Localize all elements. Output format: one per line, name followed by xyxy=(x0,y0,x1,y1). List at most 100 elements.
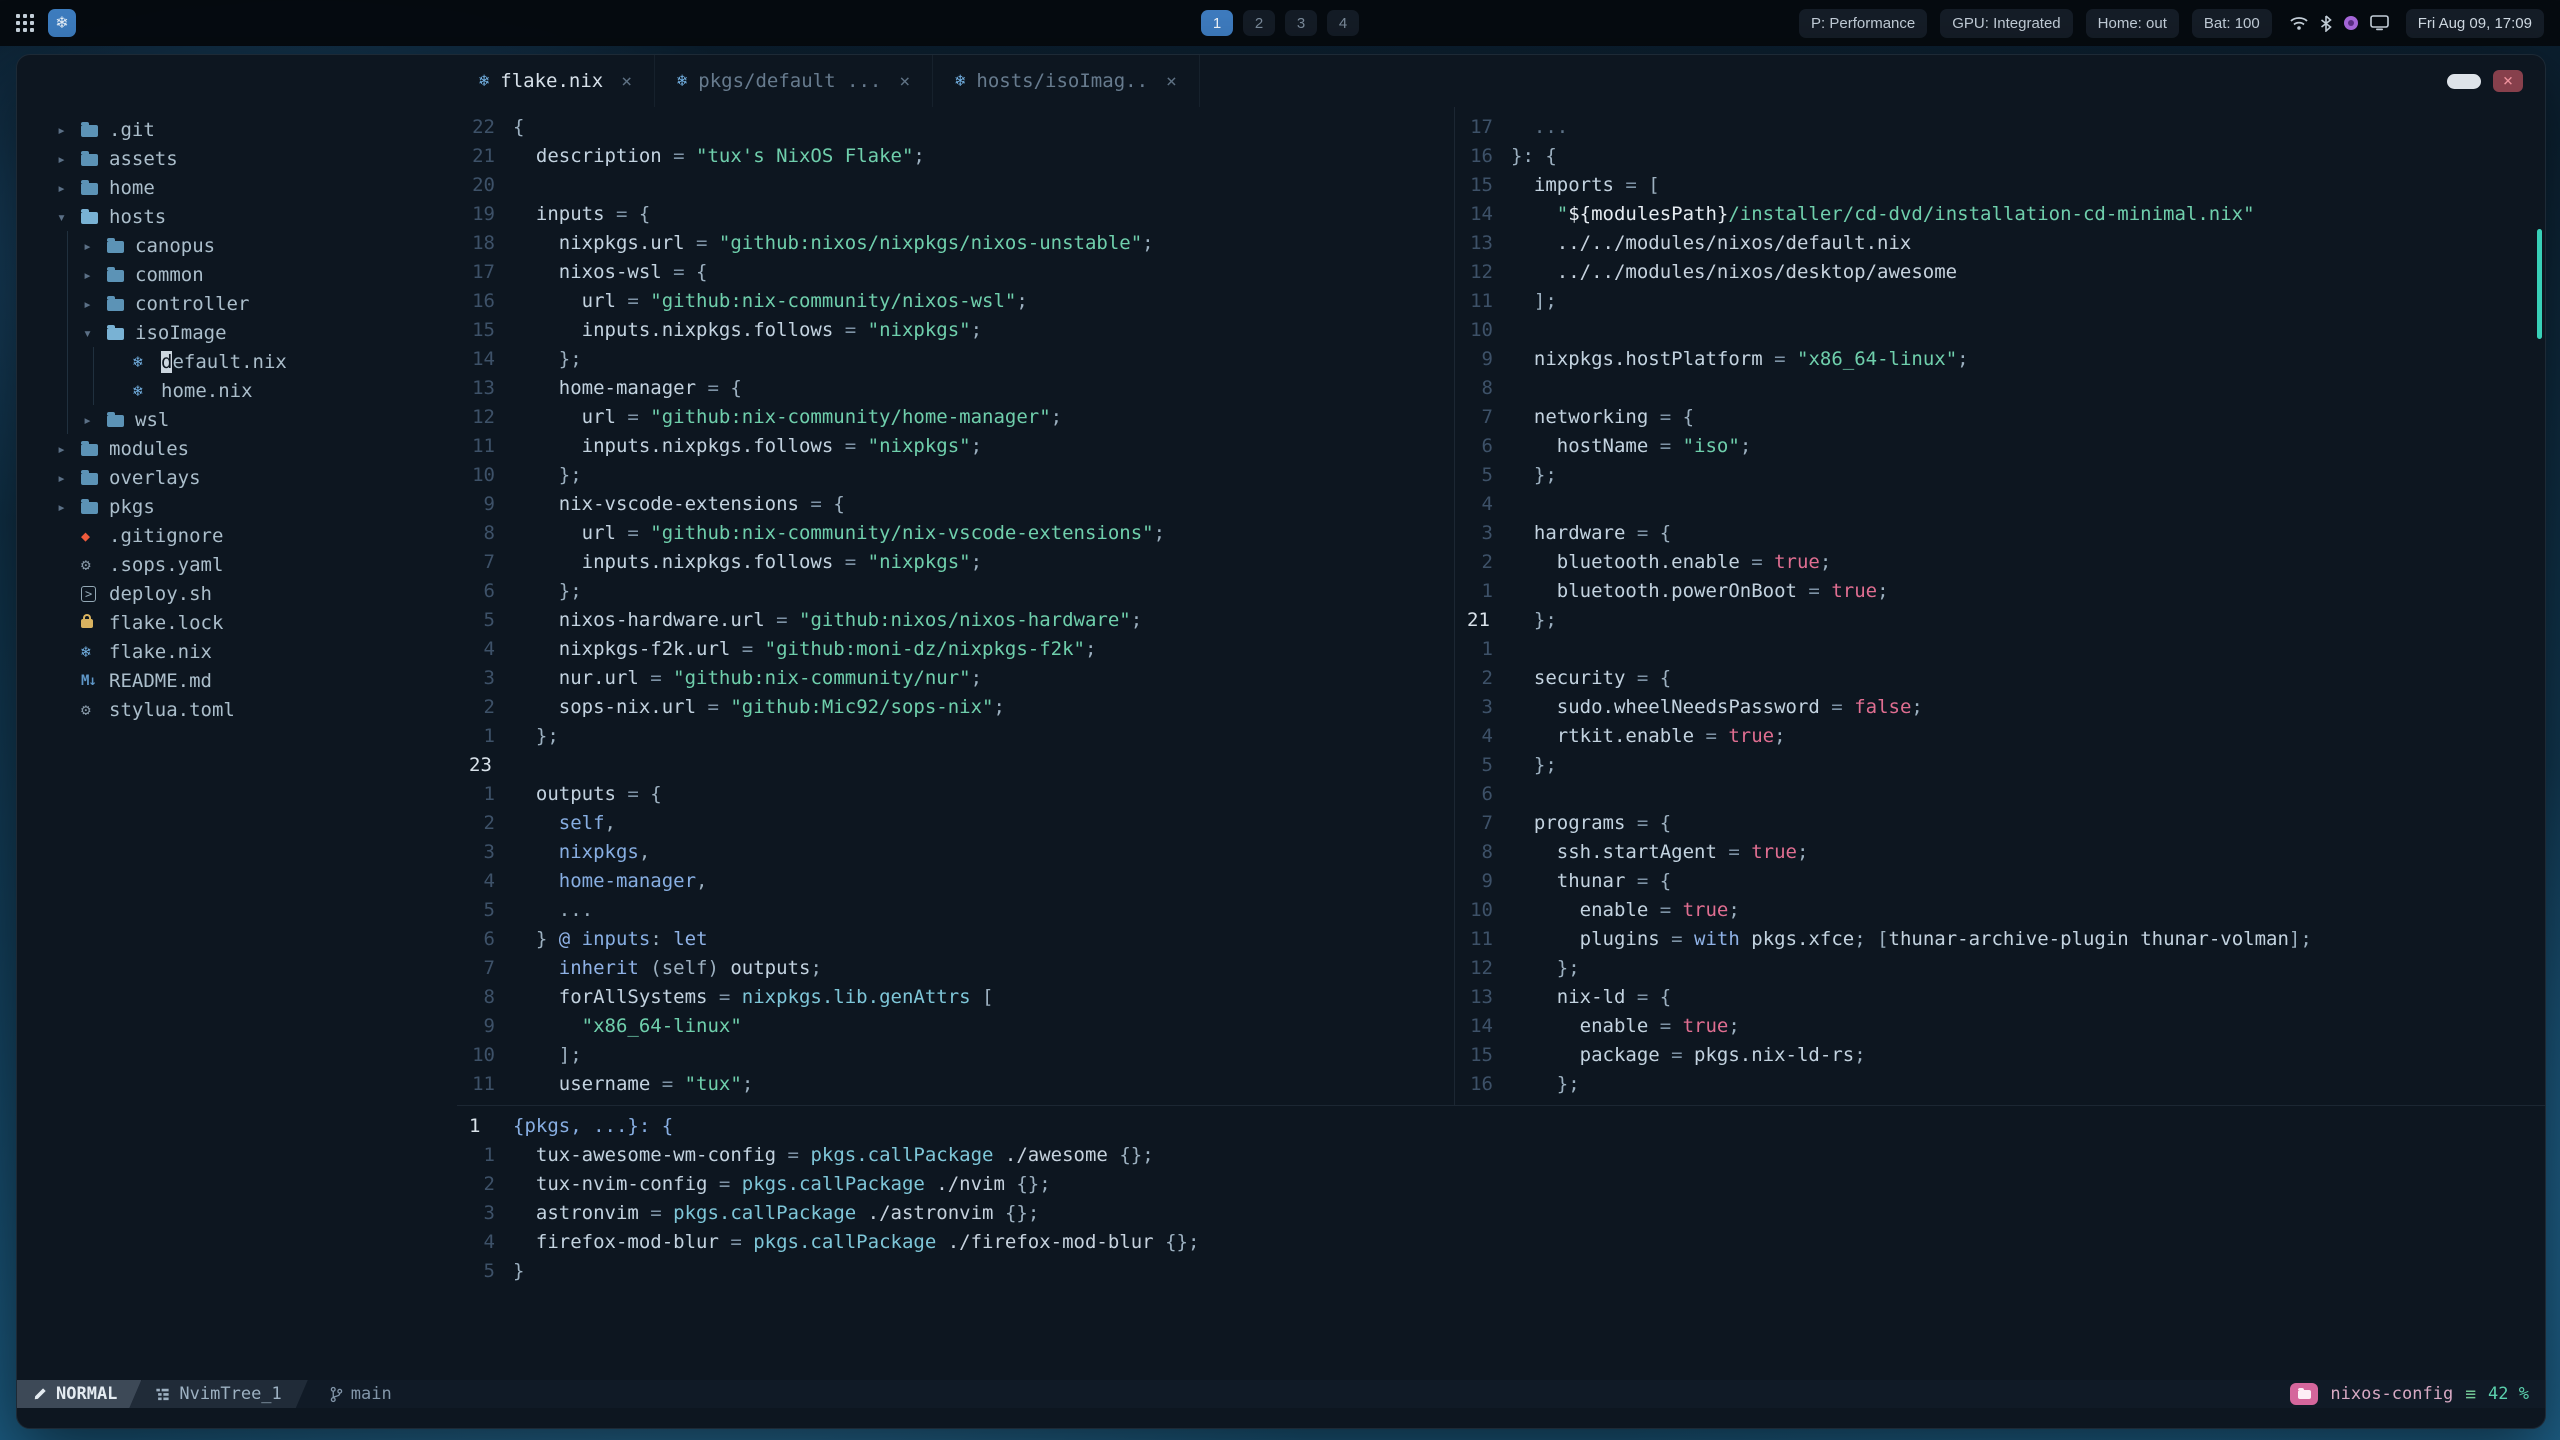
code-line[interactable]: 4 nixpkgs-f2k.url = "github:moni-dz/nixp… xyxy=(457,635,1454,664)
code-line[interactable]: 5} xyxy=(457,1257,2545,1286)
code-line[interactable]: 10 }; xyxy=(457,461,1454,490)
workspace-2[interactable]: 2 xyxy=(1243,10,1275,36)
chevron-down-icon[interactable]: ▾ xyxy=(83,324,107,342)
code-line[interactable]: 7 programs = { xyxy=(1455,809,2545,838)
code-line[interactable]: 4 xyxy=(1455,490,2545,519)
code-line[interactable]: 19 inputs = { xyxy=(457,200,1454,229)
tab-close-icon[interactable]: × xyxy=(1166,71,1177,92)
chevron-right-icon[interactable]: ▸ xyxy=(57,469,81,487)
code-line[interactable]: 2 bluetooth.enable = true; xyxy=(1455,548,2545,577)
code-line[interactable]: 15 package = pkgs.nix-ld-rs; xyxy=(1455,1041,2545,1070)
code-line[interactable]: 5 ... xyxy=(457,896,1454,925)
record-icon[interactable] xyxy=(2343,15,2359,31)
code-line[interactable]: 9 thunar = { xyxy=(1455,867,2545,896)
code-line[interactable]: 15 imports = [ xyxy=(1455,171,2545,200)
wifi-icon[interactable] xyxy=(2289,15,2309,31)
display-icon[interactable] xyxy=(2369,15,2389,31)
code-line[interactable]: 8 xyxy=(1455,374,2545,403)
code-line[interactable]: 6 xyxy=(1455,780,2545,809)
chevron-right-icon[interactable]: ▸ xyxy=(57,150,81,168)
code-line[interactable]: 11 ]; xyxy=(1455,287,2545,316)
code-line[interactable]: 11 username = "tux"; xyxy=(457,1070,1454,1099)
chevron-right-icon[interactable]: ▸ xyxy=(83,295,107,313)
tree-item-isoImage[interactable]: ▾ isoImage xyxy=(57,318,457,347)
tree-item-sops-yaml[interactable]: ⚙ .sops.yaml xyxy=(57,550,457,579)
chevron-right-icon[interactable]: ▸ xyxy=(83,266,107,284)
code-line[interactable]: 4 home-manager, xyxy=(457,867,1454,896)
workspace-1[interactable]: 1 xyxy=(1201,10,1233,36)
bluetooth-icon[interactable] xyxy=(2320,14,2332,32)
code-line[interactable]: 23 xyxy=(457,751,1454,780)
code-line[interactable]: 7 inputs.nixpkgs.follows = "nixpkgs"; xyxy=(457,548,1454,577)
tab-hosts-isoImag[interactable]: ❄ hosts/isoImag.. × xyxy=(933,55,1200,107)
nix-badge-icon[interactable]: ❄ xyxy=(48,9,76,37)
code-line[interactable]: 8 ssh.startAgent = true; xyxy=(1455,838,2545,867)
code-line[interactable]: 9 "x86_64-linux" xyxy=(457,1012,1454,1041)
tree-item-controller[interactable]: ▸ controller xyxy=(57,289,457,318)
code-line[interactable]: 9 nixpkgs.hostPlatform = "x86_64-linux"; xyxy=(1455,345,2545,374)
workspace-3[interactable]: 3 xyxy=(1285,10,1317,36)
tree-item-flake-nix[interactable]: ❄ flake.nix xyxy=(57,637,457,666)
code-line[interactable]: 17 ... xyxy=(1455,113,2545,142)
code-line[interactable]: 1 {pkgs, ...}: { xyxy=(457,1112,2545,1141)
code-line[interactable]: 8 url = "github:nix-community/nix-vscode… xyxy=(457,519,1454,548)
tree-item-overlays[interactable]: ▸ overlays xyxy=(57,463,457,492)
tab-pkgs-default[interactable]: ❄ pkgs/default ... × xyxy=(655,55,934,107)
tree-item-wsl[interactable]: ▸ wsl xyxy=(57,405,457,434)
code-line[interactable]: 5 }; xyxy=(1455,751,2545,780)
code-line[interactable]: 1 tux-awesome-wm-config = pkgs.callPacka… xyxy=(457,1141,2545,1170)
code-line[interactable]: 7 inherit (self) outputs; xyxy=(457,954,1454,983)
code-line[interactable]: 1 outputs = { xyxy=(457,780,1454,809)
pin-toggle-button[interactable] xyxy=(2447,73,2481,89)
code-line[interactable]: 7 networking = { xyxy=(1455,403,2545,432)
tree-item-stylua-toml[interactable]: ⚙ stylua.toml xyxy=(57,695,457,724)
tree-item-flake-lock[interactable]: flake.lock xyxy=(57,608,457,637)
tree-item-pkgs[interactable]: ▸ pkgs xyxy=(57,492,457,521)
code-line[interactable]: 6 }; xyxy=(457,577,1454,606)
code-line[interactable]: 21 description = "tux's NixOS Flake"; xyxy=(457,142,1454,171)
tree-item-modules[interactable]: ▸ modules xyxy=(57,434,457,463)
code-line[interactable]: 2 security = { xyxy=(1455,664,2545,693)
scrollbar-thumb[interactable] xyxy=(2537,229,2542,339)
code-line[interactable]: 20 xyxy=(457,171,1454,200)
code-line[interactable]: 10 enable = true; xyxy=(1455,896,2545,925)
code-line[interactable]: 9 nix-vscode-extensions = { xyxy=(457,490,1454,519)
code-line[interactable]: 4 firefox-mod-blur = pkgs.callPackage ./… xyxy=(457,1228,2545,1257)
tree-item-default-nix[interactable]: ❄ default.nix xyxy=(57,347,457,376)
workspace-4[interactable]: 4 xyxy=(1327,10,1359,36)
code-line[interactable]: 1 bluetooth.powerOnBoot = true; xyxy=(1455,577,2545,606)
code-line[interactable]: 10 ]; xyxy=(457,1041,1454,1070)
chevron-down-icon[interactable]: ▾ xyxy=(57,208,81,226)
chevron-right-icon[interactable]: ▸ xyxy=(83,237,107,255)
code-line[interactable]: 6 } @ inputs: let xyxy=(457,925,1454,954)
code-line[interactable]: 16 }; xyxy=(1455,1070,2545,1099)
code-line[interactable]: 2 self, xyxy=(457,809,1454,838)
tree-item-hosts[interactable]: ▾ hosts xyxy=(57,202,457,231)
code-line[interactable]: 6 hostName = "iso"; xyxy=(1455,432,2545,461)
code-line[interactable]: 17 nixos-wsl = { xyxy=(457,258,1454,287)
code-line[interactable]: 12 ../../modules/nixos/desktop/awesome xyxy=(1455,258,2545,287)
code-line[interactable]: 8 forAllSystems = nixpkgs.lib.genAttrs [ xyxy=(457,983,1454,1012)
tree-item-deploy-sh[interactable]: > deploy.sh xyxy=(57,579,457,608)
code-line[interactable]: 18 nixpkgs.url = "github:nixos/nixpkgs/n… xyxy=(457,229,1454,258)
code-line[interactable]: 16}: { xyxy=(1455,142,2545,171)
code-line[interactable]: 15 inputs.nixpkgs.follows = "nixpkgs"; xyxy=(457,316,1454,345)
code-line[interactable]: 3 sudo.wheelNeedsPassword = false; xyxy=(1455,693,2545,722)
tab-close-icon[interactable]: × xyxy=(621,71,632,92)
code-line[interactable]: 2 tux-nvim-config = pkgs.callPackage ./n… xyxy=(457,1170,2545,1199)
code-line[interactable]: 11 inputs.nixpkgs.follows = "nixpkgs"; xyxy=(457,432,1454,461)
code-line[interactable]: 2 sops-nix.url = "github:Mic92/sops-nix"… xyxy=(457,693,1454,722)
code-line[interactable]: 13 ../../modules/nixos/default.nix xyxy=(1455,229,2545,258)
code-line[interactable]: 4 rtkit.enable = true; xyxy=(1455,722,2545,751)
code-line[interactable]: 5 }; xyxy=(1455,461,2545,490)
code-line[interactable]: 11 plugins = with pkgs.xfce; [thunar-arc… xyxy=(1455,925,2545,954)
tree-item-canopus[interactable]: ▸ canopus xyxy=(57,231,457,260)
tree-item-gitignore[interactable]: ◆ .gitignore xyxy=(57,521,457,550)
code-line[interactable]: 1 }; xyxy=(457,722,1454,751)
close-window-button[interactable]: × xyxy=(2493,70,2523,92)
code-line[interactable]: 5 nixos-hardware.url = "github:nixos/nix… xyxy=(457,606,1454,635)
code-line[interactable]: 22 { xyxy=(457,113,1454,142)
code-line[interactable]: 3 nur.url = "github:nix-community/nur"; xyxy=(457,664,1454,693)
code-line[interactable]: 21 }; xyxy=(1455,606,2545,635)
code-line[interactable]: 3 nixpkgs, xyxy=(457,838,1454,867)
